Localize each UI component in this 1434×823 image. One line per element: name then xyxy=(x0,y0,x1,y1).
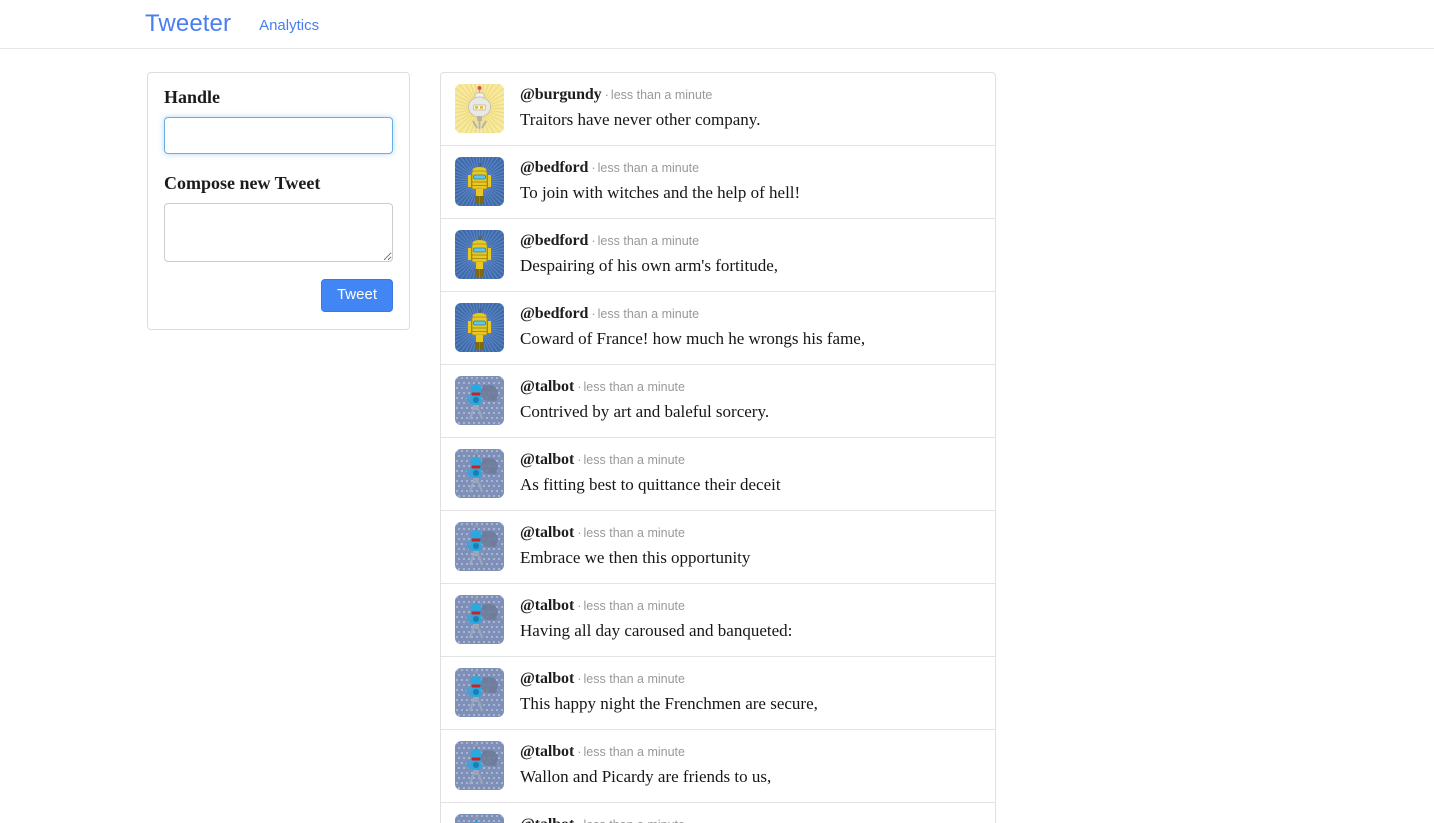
tweet-timestamp: less than a minute xyxy=(583,672,685,686)
compose-panel: Handle Compose new Tweet Tweet xyxy=(147,72,410,331)
tweet-meta: @bedford · less than a minute xyxy=(520,304,865,323)
compose-actions: Tweet xyxy=(164,278,393,313)
tweet-body: @talbot · less than a minute Embrace we th… xyxy=(520,522,750,568)
tweet-body: @bedford · less than a minute Coward of Fr… xyxy=(520,303,865,349)
tweet-meta: @talbot·less than a minute xyxy=(520,523,750,542)
tweet-item[interactable]: @bedford · less than a minute To join with… xyxy=(441,146,995,219)
tweet-text: Having all day caroused and banqueted: xyxy=(520,621,793,641)
handle-label: Handle xyxy=(164,87,221,107)
tweet-text: This happy night the Frenchmen are secur… xyxy=(520,694,818,714)
tweet-handle[interactable]: @talbot xyxy=(520,451,574,468)
tweet-item[interactable]: @bedford · less than a minute Coward of Fr… xyxy=(441,292,995,365)
tweet-body: @burgundy · less than a minute Traitors ha… xyxy=(520,84,760,130)
tweet-meta: @bedford · less than a minute xyxy=(520,158,800,177)
tweet-submit-button[interactable]: Tweet xyxy=(320,278,393,313)
tweet-separator: · xyxy=(577,744,582,759)
tweet-handle[interactable]: @talbot xyxy=(520,378,574,395)
tweet-separator: · xyxy=(604,87,609,102)
tweet-timeline-list: @burgundy · less than a minute Traitors ha… xyxy=(440,72,996,823)
avatar-talbot-icon xyxy=(455,522,504,571)
tweet-separator: · xyxy=(591,160,596,175)
tweet-text: Traitors have never other company. xyxy=(520,110,761,130)
tweet-body: @talbot · less than a minute Wallon and Pi… xyxy=(520,741,771,787)
tweet-text: Embrace we then this opportunity xyxy=(520,548,751,568)
tweet-timestamp: less than a minute xyxy=(597,161,700,175)
tweet-textarea[interactable] xyxy=(164,202,393,262)
tweet-text: Despairing of his own arm's fortitude, xyxy=(520,256,779,276)
handle-input[interactable] xyxy=(164,116,393,154)
tweet-separator: · xyxy=(577,452,582,467)
avatar-talbot-icon xyxy=(455,449,504,498)
tweet-handle[interactable]: @talbot xyxy=(520,743,574,760)
tweet-timestamp: less than a minute xyxy=(597,234,700,248)
avatar-bedford-icon xyxy=(455,303,504,352)
avatar-talbot-icon xyxy=(455,376,504,425)
tweet-text: Wallon and Picardy are friends to us, xyxy=(520,767,772,787)
tweet-handle[interactable]: @bedford xyxy=(520,305,588,322)
tweet-separator: · xyxy=(577,525,582,540)
tweet-handle[interactable]: @bedford xyxy=(520,232,588,249)
nav-link-analytics[interactable]: Analytics xyxy=(259,16,319,33)
tweet-timestamp: less than a minute xyxy=(583,380,685,394)
avatar-talbot-icon xyxy=(455,741,504,790)
tweet-text: Coward of France! how much he wrongs his… xyxy=(520,329,866,349)
tweet-timestamp: less than a minute xyxy=(597,307,700,321)
tweet-timestamp: less than a minute xyxy=(583,745,685,759)
tweet-separator: · xyxy=(574,817,583,823)
tweet-body: @talbot · less than a minute This happy ni… xyxy=(520,668,818,714)
tweet-meta: @talbot·less than a minute xyxy=(520,815,802,823)
tweet-body: @talbot·less than a minute By whose appr… xyxy=(520,814,802,823)
tweet-timestamp: less than a minute xyxy=(583,599,685,613)
tweet-meta: @talbot·less than a minute xyxy=(520,669,818,688)
tweet-handle[interactable]: @talbot xyxy=(520,524,574,541)
tweet-body: @bedford · less than a minute Despairing o… xyxy=(520,230,778,276)
tweet-handle[interactable]: @bedford xyxy=(520,159,588,176)
avatar-bedford-icon xyxy=(455,157,504,206)
tweet-handle[interactable]: @talbot xyxy=(520,816,574,823)
compose-tweet-label: Compose new Tweet xyxy=(164,172,321,193)
tweet-meta: @talbot·less than a minute xyxy=(520,450,781,469)
tweet-handle[interactable]: @burgundy xyxy=(520,86,602,103)
top-navbar: Tweeter Analytics xyxy=(0,0,1434,49)
tweet-meta: @bedford · less than a minute xyxy=(520,231,778,250)
tweet-body: @talbot · less than a minute As fitting be… xyxy=(520,449,781,495)
tweet-item[interactable]: @talbot · less than a minute Contrived by … xyxy=(441,365,995,438)
tweet-text: To join with witches and the help of hel… xyxy=(520,183,801,203)
tweet-meta: @talbot·less than a minute xyxy=(520,377,769,396)
avatar-burgundy-icon xyxy=(455,84,504,133)
avatar-talbot-icon xyxy=(455,814,504,823)
tweet-meta: @burgundy · less than a minute xyxy=(520,85,760,104)
tweet-item[interactable]: @bedford · less than a minute Despairing o… xyxy=(441,219,995,292)
tweet-timestamp: less than a minute xyxy=(583,526,685,540)
tweet-separator: · xyxy=(577,598,582,613)
tweet-body: @bedford · less than a minute To join with… xyxy=(520,157,800,203)
page-body: Handle Compose new Tweet Tweet @burgundy… xyxy=(0,49,1434,823)
tweet-item[interactable]: @talbot · less than a minute This happy ni… xyxy=(441,657,995,730)
tweet-item[interactable]: @talbot · less than a minute As fitting be… xyxy=(441,438,995,511)
tweet-handle[interactable]: @talbot xyxy=(520,670,574,687)
tweet-text: Contrived by art and baleful sorcery. xyxy=(520,402,770,422)
tweet-separator: · xyxy=(577,671,582,686)
tweet-body: @talbot · less than a minute Contrived by … xyxy=(520,376,769,422)
tweet-timestamp: less than a minute xyxy=(584,818,685,823)
tweet-meta: @talbot·less than a minute xyxy=(520,596,792,615)
tweet-item[interactable]: @burgundy · less than a minute Traitors ha… xyxy=(441,73,995,146)
avatar-bedford-icon xyxy=(455,230,504,279)
tweet-item[interactable]: @talbot · less than a minute Wallon and Pi… xyxy=(441,730,995,803)
tweet-separator: · xyxy=(577,379,582,394)
tweet-body: @talbot · less than a minute Having all da… xyxy=(520,595,792,641)
tweet-separator: · xyxy=(591,306,596,321)
avatar-talbot-icon xyxy=(455,668,504,717)
tweet-separator: · xyxy=(591,233,596,248)
tweet-meta: @talbot·less than a minute xyxy=(520,742,771,761)
tweet-text: As fitting best to quittance their decei… xyxy=(520,475,781,495)
avatar-talbot-icon xyxy=(455,595,504,644)
brand-link-tweeter[interactable]: Tweeter xyxy=(145,12,231,36)
tweet-timestamp: less than a minute xyxy=(610,88,713,102)
tweet-timestamp: less than a minute xyxy=(583,453,685,467)
tweet-item[interactable]: @talbot·less than a minute By whose appr… xyxy=(441,803,995,823)
tweet-item[interactable]: @talbot · less than a minute Having all da… xyxy=(441,584,995,657)
tweet-handle[interactable]: @talbot xyxy=(520,597,574,614)
tweet-item[interactable]: @talbot · less than a minute Embrace we th… xyxy=(441,511,995,584)
